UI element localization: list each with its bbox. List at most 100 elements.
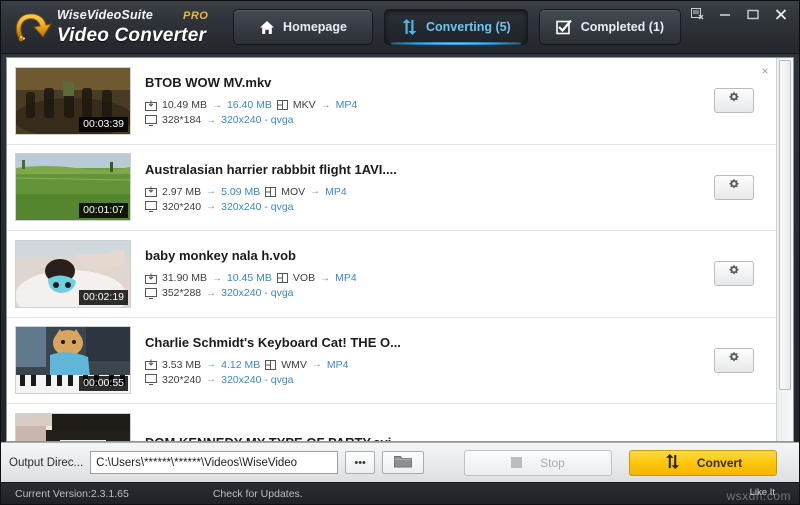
close-icon[interactable] — [767, 3, 795, 25]
maximize-icon[interactable] — [739, 3, 767, 25]
minimize-icon[interactable] — [711, 3, 739, 25]
arrow-icon: → — [212, 273, 222, 284]
file-size-icon — [145, 100, 157, 111]
conversion-list-panel: 00:03:39 BTOB WOW MV.mkv 10.49 MB → 16.4… — [6, 57, 794, 442]
duration-badge: 00:00:55 — [79, 376, 128, 391]
row-settings-button[interactable] — [714, 261, 754, 286]
source-format: MKV — [293, 99, 316, 111]
file-title: Australasian harrier rabbbit flight 1AVI… — [145, 162, 714, 177]
arrow-icon: → — [206, 115, 216, 126]
check-updates-link[interactable]: Check for Updates. — [129, 488, 303, 500]
tab-converting[interactable]: Converting (5) — [384, 9, 528, 45]
table-row[interactable]: 00:01:07 Australasian harrier rabbbit fl… — [7, 145, 776, 232]
arrow-icon: → — [312, 359, 322, 370]
brand-suite-name: WiseVideoSuite — [57, 9, 153, 22]
arrow-icon: → — [321, 100, 331, 111]
monitor-icon — [145, 288, 157, 299]
target-format: MP4 — [335, 272, 357, 284]
target-size: 4.12 MB — [221, 359, 260, 371]
list-scrollbar[interactable] — [776, 58, 793, 441]
convert-arrows-icon — [401, 19, 418, 35]
video-thumbnail: 00:01:07 — [15, 153, 131, 221]
table-row[interactable]: 00:03:39 BTOB WOW MV.mkv 10.49 MB → 16.4… — [7, 58, 776, 145]
output-directory-label: Output Direc... — [9, 457, 83, 469]
tab-converting-label: Converting (5) — [426, 20, 511, 34]
app-window: WiseVideoSuite PRO Video Converter Homep… — [0, 0, 800, 505]
gear-icon — [727, 91, 741, 110]
stop-button[interactable]: Stop — [464, 450, 612, 476]
source-resolution: 320*240 — [162, 374, 201, 386]
video-thumbnail — [15, 413, 131, 441]
source-size: 3.53 MB — [162, 359, 201, 371]
gear-icon — [727, 351, 741, 370]
home-icon — [259, 20, 275, 35]
arrow-icon: → — [320, 273, 330, 284]
like-it-label: Like It — [750, 487, 775, 498]
conversion-list: 00:03:39 BTOB WOW MV.mkv 10.49 MB → 16.4… — [7, 58, 776, 441]
title-bar: WiseVideoSuite PRO Video Converter Homep… — [1, 1, 799, 54]
source-format: WMV — [281, 359, 307, 371]
source-format: VOB — [293, 272, 315, 284]
duration-badge: 00:01:07 — [79, 203, 128, 218]
row-meta: BTOB WOW MV.mkv 10.49 MB → 16.40 MB MKV … — [131, 75, 714, 126]
folder-icon — [394, 454, 412, 471]
source-size: 10.49 MB — [162, 99, 207, 111]
table-row[interactable]: DOM KENNEDY MY TYPE OF PARTY.avi — [7, 404, 776, 441]
monitor-icon — [145, 201, 157, 212]
row-settings-button[interactable] — [714, 175, 754, 200]
arrow-icon: → — [206, 374, 216, 385]
open-folder-button[interactable] — [382, 451, 424, 474]
target-resolution: 320x240 - qvga — [221, 374, 293, 386]
tab-completed-label: Completed (1) — [581, 20, 664, 34]
resolution-line: 320*240 → 320x240 - qvga — [145, 374, 714, 386]
arrow-icon: → — [206, 201, 216, 212]
source-format: MOV — [281, 186, 305, 198]
row-meta: Charlie Schmidt's Keyboard Cat! THE O...… — [131, 335, 714, 386]
scrollbar-thumb[interactable] — [779, 60, 791, 390]
tab-homepage[interactable]: Homepage — [233, 9, 373, 45]
format-icon — [265, 187, 276, 197]
resolution-line: 320*240 → 320x240 - qvga — [145, 201, 714, 213]
file-title: Charlie Schmidt's Keyboard Cat! THE O... — [145, 335, 714, 350]
window-controls — [683, 1, 795, 27]
source-size: 2.97 MB — [162, 186, 201, 198]
row-meta: Australasian harrier rabbbit flight 1AVI… — [131, 162, 714, 213]
source-size: 31.90 MB — [162, 272, 207, 284]
brand-text: WiseVideoSuite PRO Video Converter — [53, 9, 208, 45]
brand-product-name: Video Converter — [57, 26, 208, 45]
source-resolution: 320*240 — [162, 201, 201, 213]
arrow-icon: → — [310, 186, 320, 197]
row-settings-button[interactable] — [714, 88, 754, 113]
file-title: baby monkey nala h.vob — [145, 248, 714, 263]
size-format-line: 3.53 MB → 4.12 MB WMV → MP4 — [145, 359, 714, 371]
duration-badge: 00:03:39 — [79, 117, 128, 132]
remove-row-button[interactable]: × — [758, 64, 772, 78]
target-format: MP4 — [325, 186, 347, 198]
convert-arrows-icon — [664, 454, 681, 472]
version-label: Current Version:2.3.1.65 — [1, 488, 129, 500]
source-resolution: 352*288 — [162, 287, 201, 299]
size-format-line: 2.97 MB → 5.09 MB MOV → MP4 — [145, 186, 714, 198]
size-format-line: 10.49 MB → 16.40 MB MKV → MP4 — [145, 99, 714, 111]
source-resolution: 328*184 — [162, 114, 201, 126]
convert-button-label: Convert — [697, 456, 742, 470]
video-thumbnail: 00:03:39 — [15, 67, 131, 135]
convert-button[interactable]: Convert — [629, 450, 777, 476]
file-size-icon — [145, 186, 157, 197]
minimize-to-tray-icon[interactable] — [683, 3, 711, 25]
table-row[interactable]: 00:02:19 baby monkey nala h.vob 31.90 MB… — [7, 231, 776, 318]
table-row[interactable]: 00:00:55 Charlie Schmidt's Keyboard Cat!… — [7, 318, 776, 405]
target-resolution: 320x240 - qvga — [221, 287, 293, 299]
target-resolution: 320x240 - qvga — [221, 114, 293, 126]
tab-completed[interactable]: Completed (1) — [539, 9, 681, 45]
bottom-toolbar: Output Direc... ••• Stop — [1, 442, 799, 482]
resolution-line: 328*184 → 320x240 - qvga — [145, 114, 714, 126]
row-meta: baby monkey nala h.vob 31.90 MB → 10.45 … — [131, 248, 714, 299]
gear-icon — [727, 178, 741, 197]
duration-badge: 00:02:19 — [79, 290, 128, 305]
format-icon — [277, 100, 288, 110]
row-settings-button[interactable] — [714, 348, 754, 373]
browse-directory-button[interactable]: ••• — [345, 451, 375, 474]
output-directory-input[interactable] — [90, 451, 338, 474]
format-icon — [265, 360, 276, 370]
